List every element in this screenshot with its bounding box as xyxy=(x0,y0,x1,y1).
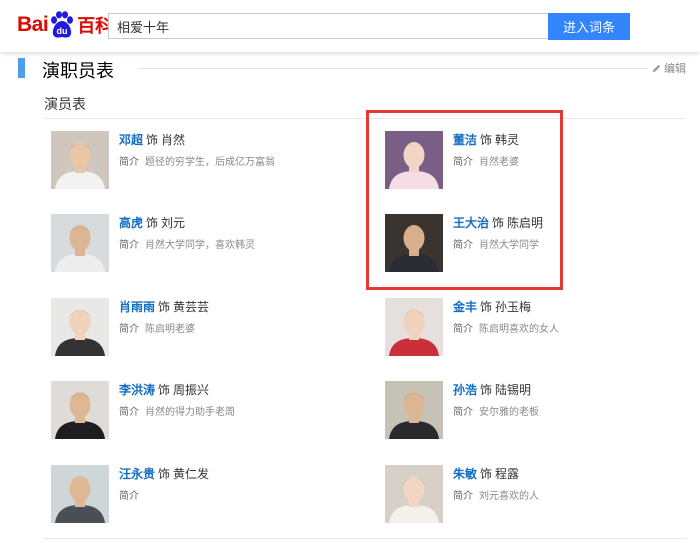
actor-photo[interactable] xyxy=(51,381,109,439)
role-line: 孙浩饰陆锡明 xyxy=(453,381,531,398)
actor-name-link[interactable]: 高虎 xyxy=(119,216,143,230)
role-line: 金丰饰孙玉梅 xyxy=(453,298,531,315)
cast-item: 汪永贵饰黄仁发简介 xyxy=(51,465,321,525)
as-label: 饰 xyxy=(146,216,159,230)
as-label: 饰 xyxy=(480,383,493,397)
role-intro: 简介 xyxy=(119,487,145,502)
intro-text: 陈启明老婆 xyxy=(145,324,195,335)
actor-photo[interactable] xyxy=(51,131,109,189)
actor-name-link[interactable]: 邓超 xyxy=(119,133,143,147)
role-name: 黄芸芸 xyxy=(173,300,210,314)
as-label: 饰 xyxy=(158,300,171,314)
actor-photo-image xyxy=(385,465,443,523)
role-intro: 简介 肖然大学同学，喜欢韩灵 xyxy=(119,236,255,251)
cast-item: 邓超饰肖然简介 题径的穷学生，后成亿万富翁 xyxy=(51,131,321,191)
intro-label: 简介 xyxy=(119,157,139,168)
actor-name-link[interactable]: 金丰 xyxy=(453,300,477,314)
role-intro: 简介 刘元喜欢的人 xyxy=(453,487,539,502)
section-marker xyxy=(18,58,25,78)
actor-name-link[interactable]: 李洪涛 xyxy=(119,383,155,397)
as-label: 饰 xyxy=(480,300,493,314)
role-intro: 简介 题径的穷学生，后成亿万富翁 xyxy=(119,153,275,168)
intro-label: 简介 xyxy=(119,491,139,502)
enter-entry-button[interactable]: 进入词条 xyxy=(548,13,630,40)
cast-item: 李洪涛饰周振兴简介 肖然的得力助手老周 xyxy=(51,381,321,441)
role-line: 李洪涛饰周振兴 xyxy=(119,381,209,398)
as-label: 饰 xyxy=(158,467,171,481)
intro-label: 简介 xyxy=(119,324,139,335)
actor-name-link[interactable]: 肖雨雨 xyxy=(119,300,155,314)
logo-paw-label: du xyxy=(57,26,68,36)
intro-label: 简介 xyxy=(119,407,139,418)
actor-photo[interactable] xyxy=(51,214,109,272)
actor-photo-image xyxy=(385,381,443,439)
actor-photo-image xyxy=(385,298,443,356)
actor-photo-image xyxy=(51,214,109,272)
actor-photo[interactable] xyxy=(385,465,443,523)
section-divider xyxy=(138,68,648,69)
actor-name-link[interactable]: 朱敏 xyxy=(453,467,477,481)
intro-text: 陈启明喜欢的女人 xyxy=(479,324,559,335)
actor-photo[interactable] xyxy=(51,298,109,356)
role-name: 陆锡明 xyxy=(495,383,532,397)
baidu-paw-icon: du xyxy=(51,11,74,38)
actor-photo-image xyxy=(51,381,109,439)
role-intro: 简介 陈启明老婆 xyxy=(119,320,195,335)
pencil-icon xyxy=(652,64,661,72)
baidu-baike-logo[interactable]: Bai du 百科 xyxy=(17,10,113,40)
bottom-divider xyxy=(44,538,686,539)
intro-text: 肖然大学同学，喜欢韩灵 xyxy=(145,240,255,251)
actor-photo-image xyxy=(51,131,109,189)
intro-text: 刘元喜欢的人 xyxy=(479,491,539,502)
intro-label: 简介 xyxy=(453,324,473,335)
intro-label: 简介 xyxy=(453,407,473,418)
logo-text: Bai xyxy=(17,13,49,36)
section-title: 演职员表 xyxy=(42,61,114,82)
as-label: 饰 xyxy=(158,383,171,397)
role-name: 孙玉梅 xyxy=(495,300,532,314)
role-intro: 简介 陈启明喜欢的女人 xyxy=(453,320,559,335)
intro-label: 简介 xyxy=(119,240,139,251)
role-name: 周振兴 xyxy=(173,383,210,397)
highlight-box xyxy=(366,110,563,290)
actor-photo[interactable] xyxy=(385,381,443,439)
intro-label: 简介 xyxy=(453,491,473,502)
role-line: 朱敏饰程露 xyxy=(453,465,519,482)
cast-list-title: 演员表 xyxy=(44,97,86,113)
actor-photo[interactable] xyxy=(385,298,443,356)
role-name: 黄仁发 xyxy=(173,467,210,481)
cast-item: 肖雨雨饰黄芸芸 简介 陈启明老婆 xyxy=(51,298,321,358)
actor-photo-image xyxy=(51,465,109,523)
role-line: 高虎饰刘元 xyxy=(119,214,185,231)
role-line: 汪永贵饰黄仁发 xyxy=(119,465,209,482)
cast-item: 金丰饰孙玉梅简介 陈启明喜欢的女人 xyxy=(385,298,655,358)
cast-list-divider xyxy=(44,118,686,119)
cast-item: 高虎饰刘元简介 肖然大学同学，喜欢韩灵 xyxy=(51,214,321,274)
role-name: 肖然 xyxy=(161,133,186,147)
edit-link[interactable]: 编辑 xyxy=(651,60,686,76)
actor-photo-image xyxy=(51,298,109,356)
role-line: 邓超饰肖然 xyxy=(119,131,185,148)
intro-text: 题径的穷学生，后成亿万富翁 xyxy=(145,157,275,168)
cast-item: 孙浩饰陆锡明 简介 安尔雅的老板 xyxy=(385,381,655,441)
as-label: 饰 xyxy=(146,133,159,147)
intro-text: 安尔雅的老板 xyxy=(479,407,539,418)
role-intro: 简介 肖然的得力助手老周 xyxy=(119,403,235,418)
actor-name-link[interactable]: 汪永贵 xyxy=(119,467,155,481)
role-intro: 简介 安尔雅的老板 xyxy=(453,403,539,418)
intro-text: 肖然的得力助手老周 xyxy=(145,407,235,418)
cast-item: 朱敏饰程露简介 刘元喜欢的人 xyxy=(385,465,655,525)
cast-crew-section-header: 演职员表 编辑 xyxy=(18,58,686,82)
role-name: 程露 xyxy=(495,467,520,481)
actor-name-link[interactable]: 孙浩 xyxy=(453,383,477,397)
role-line: 肖雨雨饰黄芸芸 xyxy=(119,298,209,315)
as-label: 饰 xyxy=(480,467,493,481)
top-bar: Bai du 百科 进入词条 xyxy=(0,0,700,52)
actor-photo[interactable] xyxy=(51,465,109,523)
role-name: 刘元 xyxy=(161,216,186,230)
search-input[interactable] xyxy=(108,13,548,39)
edit-label: 编辑 xyxy=(664,62,686,75)
